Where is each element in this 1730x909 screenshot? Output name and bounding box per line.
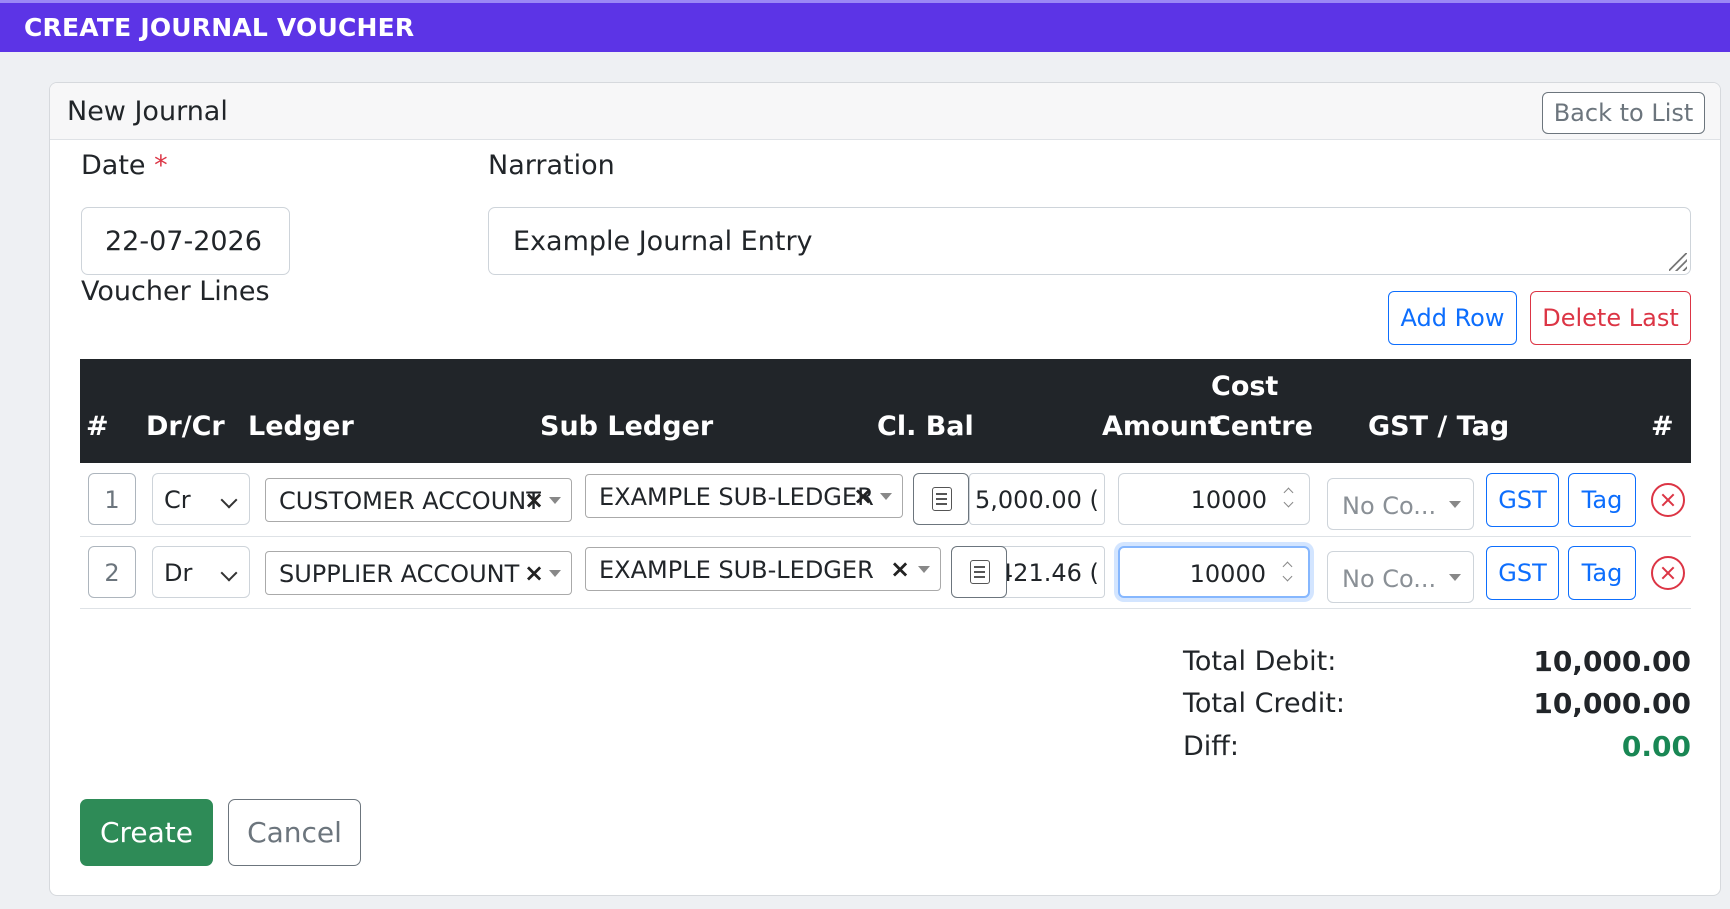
diff-value: 0.00: [1621, 730, 1691, 763]
caret-down-icon: [880, 493, 892, 500]
top-header-bar: CREATE JOURNAL VOUCHER: [0, 0, 1730, 52]
resize-handle-icon[interactable]: [1669, 253, 1687, 271]
narration-text: Example Journal Entry: [513, 226, 813, 257]
document-icon: [970, 560, 990, 584]
caret-down-icon: [549, 570, 561, 577]
amount-input[interactable]: 10000: [1118, 546, 1310, 598]
tag-button[interactable]: Tag: [1568, 546, 1636, 600]
spinner-icon[interactable]: [1283, 487, 1295, 511]
col-drcr: Dr/Cr: [146, 411, 225, 442]
ledger-select[interactable]: CUSTOMER ACCOUNT ×: [265, 478, 572, 522]
balance-details-button[interactable]: [913, 473, 969, 525]
amount-input[interactable]: 10000: [1118, 473, 1310, 525]
journal-card: New Journal Back to List Date * 22-07-20…: [49, 82, 1721, 896]
cancel-button[interactable]: Cancel: [228, 799, 361, 866]
row-divider: [80, 536, 1691, 537]
col-gst-tag: GST / Tag: [1368, 411, 1510, 442]
required-marker: *: [154, 150, 168, 181]
col-ledger: Ledger: [248, 411, 354, 442]
date-label: Date *: [81, 150, 168, 181]
clear-icon[interactable]: ×: [853, 482, 873, 510]
back-to-list-button[interactable]: Back to List: [1542, 92, 1705, 134]
clear-icon[interactable]: ×: [890, 555, 910, 583]
delete-row-icon[interactable]: [1651, 556, 1685, 590]
date-input[interactable]: 22-07-2026: [81, 207, 290, 275]
col-cl-bal: Cl. Bal: [877, 411, 974, 442]
create-button[interactable]: Create: [80, 799, 213, 866]
col-sub-ledger: Sub Ledger: [540, 411, 714, 442]
clear-icon[interactable]: ×: [524, 486, 544, 514]
total-debit-value: 10,000.00: [1533, 645, 1691, 678]
gst-button[interactable]: GST: [1486, 473, 1559, 527]
sub-ledger-select[interactable]: EXAMPLE SUB-LEDGER ×: [585, 474, 903, 518]
diff-label: Diff:: [1183, 731, 1239, 762]
page-title: CREATE JOURNAL VOUCHER: [24, 13, 415, 42]
row-number-button[interactable]: 1: [88, 473, 136, 525]
caret-down-icon: [549, 497, 561, 504]
narration-label: Narration: [488, 150, 615, 181]
document-icon: [932, 487, 952, 511]
drcr-select[interactable]: Cr: [152, 473, 250, 525]
sub-ledger-select[interactable]: EXAMPLE SUB-LEDGER ×: [585, 547, 941, 591]
col-number: #: [86, 411, 109, 442]
col-amount: Amount: [1102, 411, 1221, 442]
caret-down-icon: [918, 566, 930, 573]
narration-textarea[interactable]: Example Journal Entry: [488, 207, 1691, 275]
col-centre: Centre: [1211, 411, 1313, 442]
tag-button[interactable]: Tag: [1568, 473, 1636, 527]
balance-details-button[interactable]: [951, 546, 1007, 598]
caret-down-icon: [1449, 501, 1461, 508]
chevron-down-icon: [220, 564, 238, 582]
add-row-button[interactable]: Add Row: [1388, 291, 1517, 345]
ledger-select[interactable]: SUPPLIER ACCOUNT ×: [265, 551, 572, 595]
cost-centre-select[interactable]: No Co...: [1327, 478, 1474, 530]
total-debit-label: Total Debit:: [1183, 646, 1337, 677]
voucher-table-header: # Dr/Cr Ledger Sub Ledger Cl. Bal Amount…: [80, 359, 1691, 463]
gst-button[interactable]: GST: [1486, 546, 1559, 600]
caret-down-icon: [1449, 574, 1461, 581]
col-cost: Cost: [1211, 371, 1279, 402]
drcr-select[interactable]: Dr: [152, 546, 250, 598]
closing-balance-field: 5,000.00 (: [969, 473, 1105, 525]
chevron-down-icon: [220, 491, 238, 509]
card-header: New Journal Back to List: [50, 83, 1720, 140]
total-credit-value: 10,000.00: [1533, 687, 1691, 720]
col-action: #: [1651, 411, 1674, 442]
row-number-button[interactable]: 2: [88, 546, 136, 598]
clear-icon[interactable]: ×: [524, 559, 544, 587]
delete-row-icon[interactable]: [1651, 483, 1685, 517]
voucher-lines-heading: Voucher Lines: [81, 276, 270, 307]
cost-centre-select[interactable]: No Co...: [1327, 551, 1474, 603]
delete-last-button[interactable]: Delete Last: [1530, 291, 1691, 345]
total-credit-label: Total Credit:: [1183, 688, 1345, 719]
spinner-icon[interactable]: [1282, 561, 1294, 585]
card-title: New Journal: [67, 96, 228, 127]
row-divider: [80, 608, 1691, 609]
